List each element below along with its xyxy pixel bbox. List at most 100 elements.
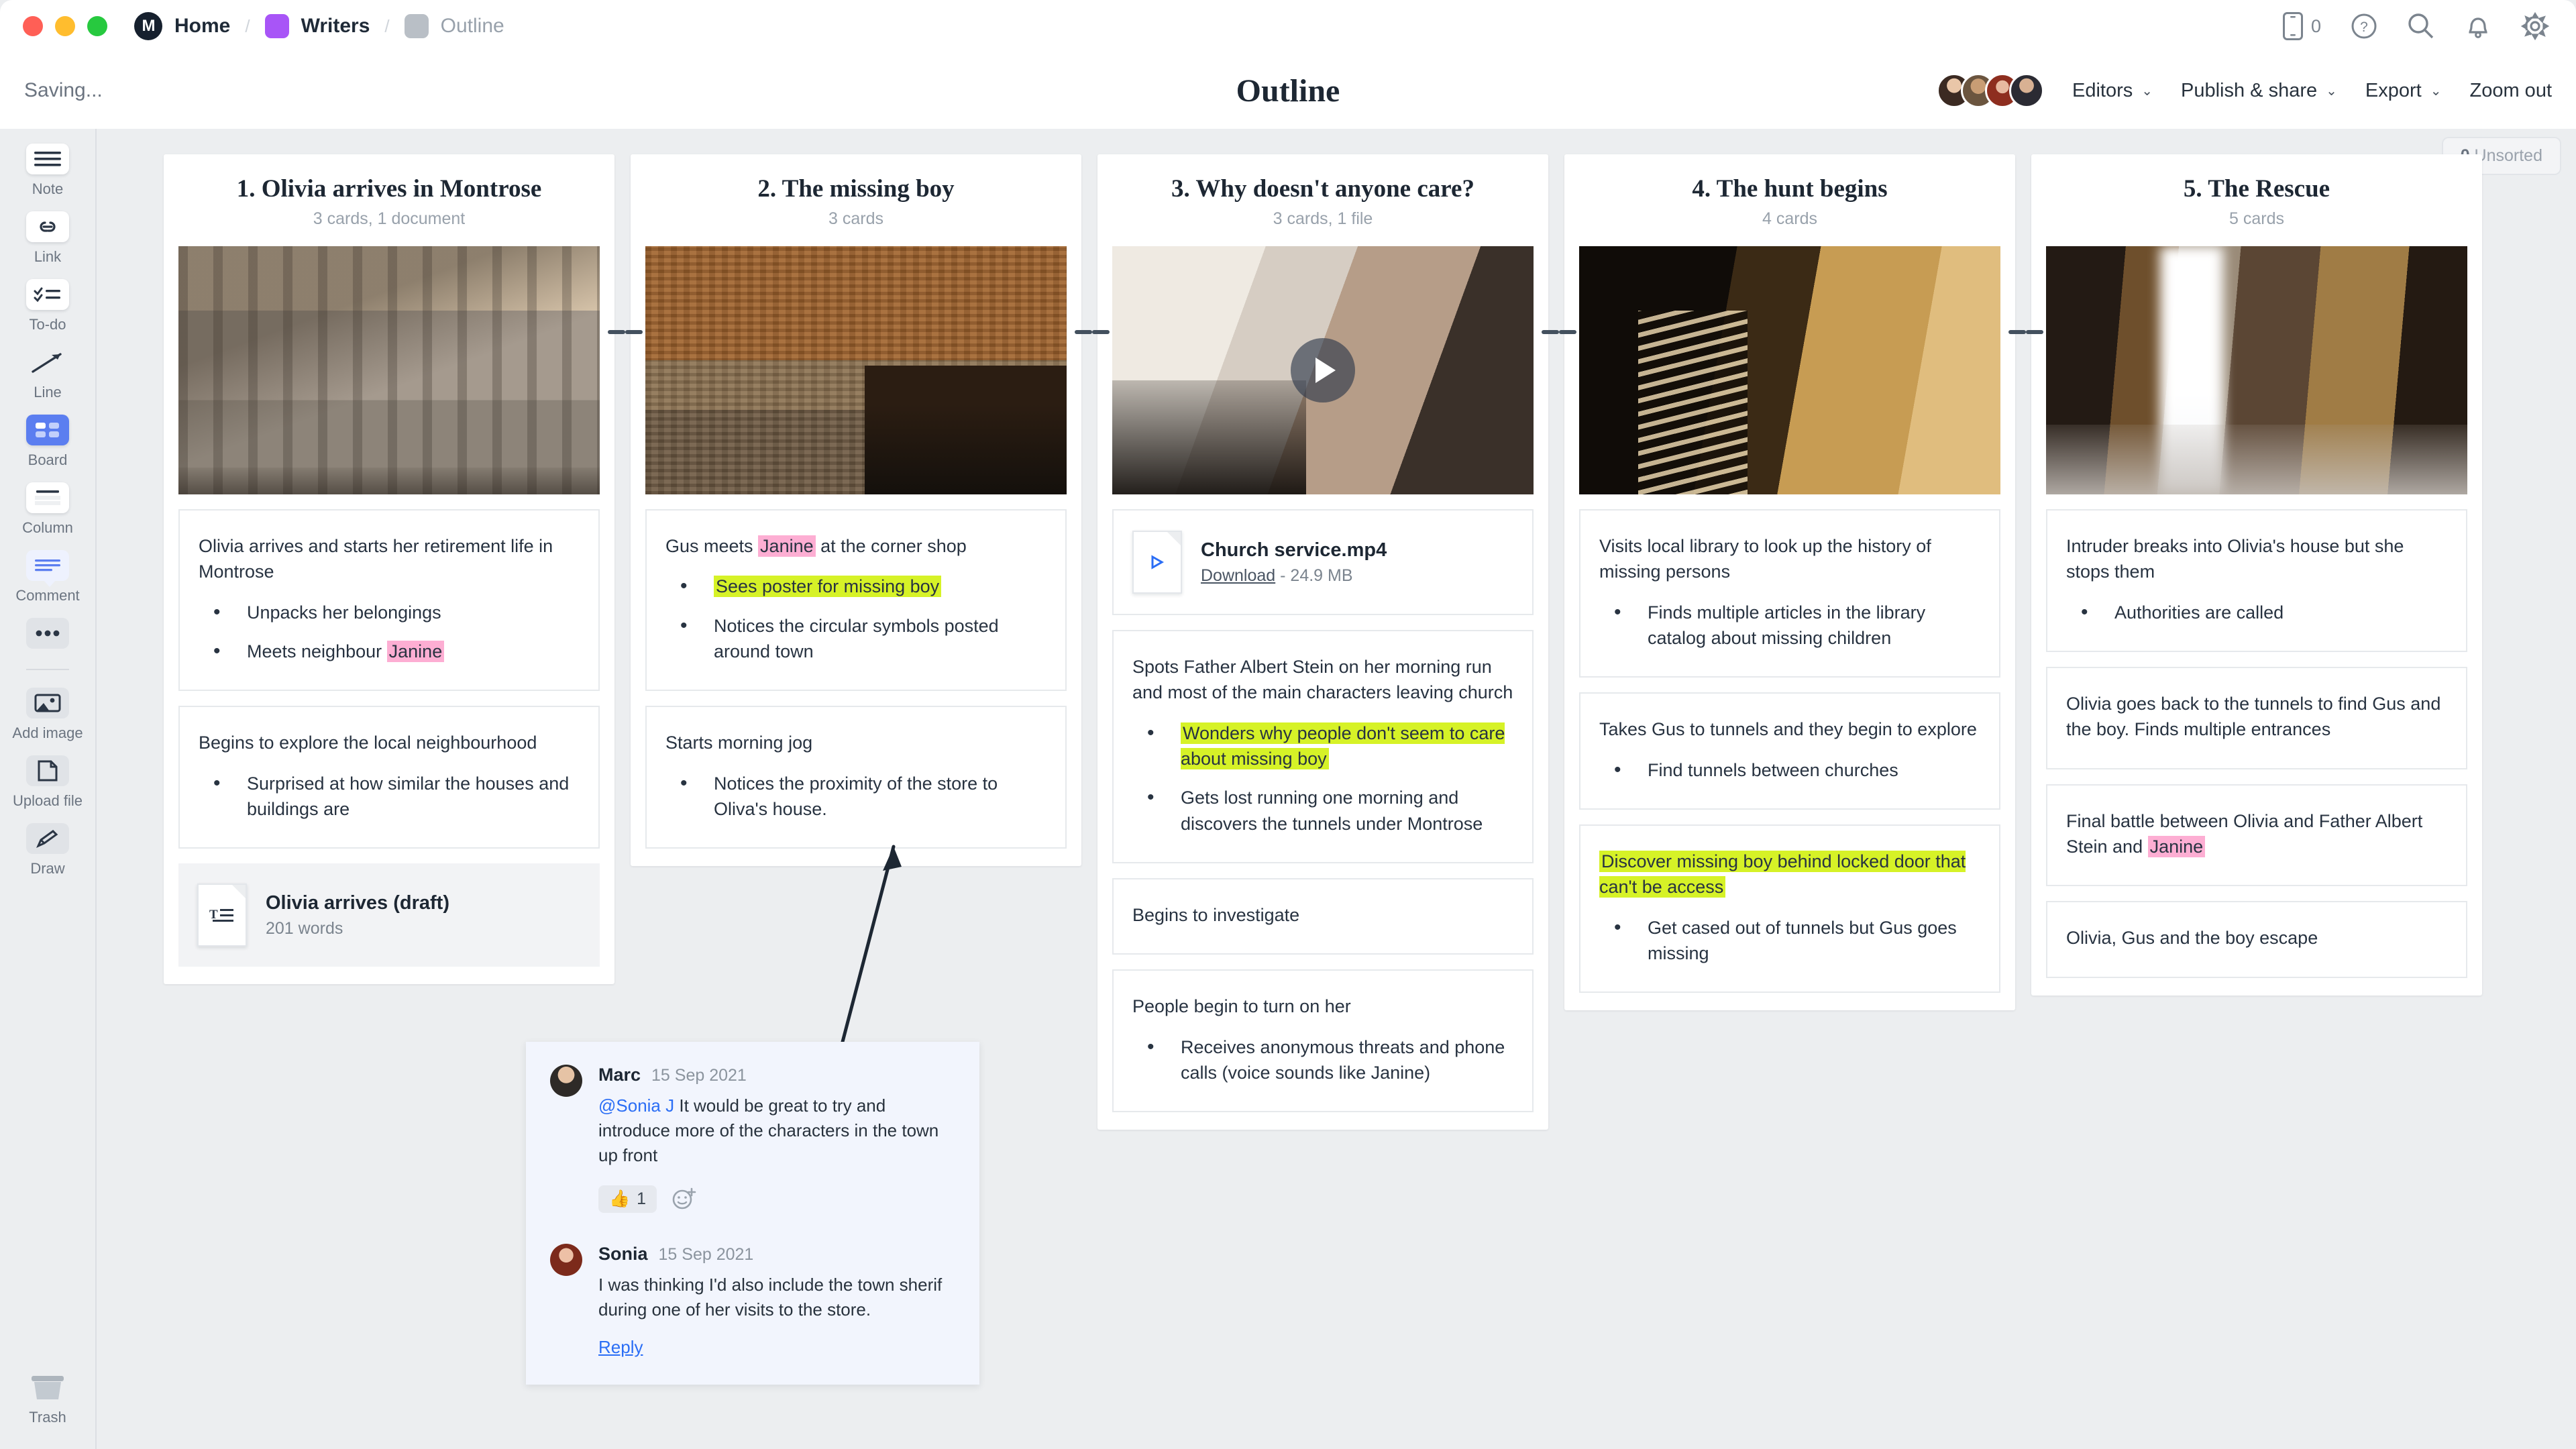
tool-add-image[interactable]: Add image: [0, 688, 96, 742]
note-card[interactable]: Spots Father Albert Stein on her morning…: [1112, 630, 1534, 863]
breadcrumb-item-writers[interactable]: Writers: [301, 15, 370, 38]
todo-icon: [26, 279, 69, 310]
tool-comment[interactable]: Comment: [0, 550, 96, 604]
board-column[interactable]: 2. The missing boy 3 cards Gus meets Jan…: [631, 154, 1081, 867]
avatar[interactable]: [2008, 73, 2044, 108]
board-column[interactable]: 1. Olivia arrives in Montrose 3 cards, 1…: [164, 154, 614, 985]
note-card[interactable]: Olivia, Gus and the boy escape: [2046, 901, 2467, 978]
settings-icon[interactable]: [2521, 12, 2549, 40]
column-image[interactable]: [1579, 246, 2000, 494]
zoom-out-button[interactable]: Zoom out: [2470, 80, 2553, 102]
tool-draw[interactable]: Draw: [0, 823, 96, 877]
document-word-count: 201 words: [266, 918, 343, 938]
note-card[interactable]: Starts morning jog Notices the proximity…: [645, 706, 1067, 849]
board-canvas[interactable]: 0 Unsorted 1. Olivia arrives in Montrose…: [98, 129, 2576, 1449]
tool-board[interactable]: Board: [0, 415, 96, 469]
column-resize-grip[interactable]: [1092, 330, 1110, 334]
board-column[interactable]: 4. The hunt begins 4 cards Visits local …: [1564, 154, 2015, 1011]
editors-menu[interactable]: Editors ⌄: [2072, 80, 2153, 102]
comment-thread-popup[interactable]: Marc 15 Sep 2021 @Sonia J It would be gr…: [526, 1042, 979, 1385]
tool-trash[interactable]: Trash: [26, 1372, 69, 1426]
comment-author: Sonia: [598, 1243, 648, 1264]
minimize-window-button[interactable]: [55, 16, 75, 36]
column-resize-grip[interactable]: [1075, 330, 1092, 334]
help-icon[interactable]: ?: [2351, 13, 2377, 40]
note-bullets: Unpacks her belongings Meets neighbour J…: [199, 598, 580, 666]
comment-item[interactable]: Sonia 15 Sep 2021 I was thinking I'd als…: [550, 1243, 955, 1358]
column-resize-grip[interactable]: [608, 330, 625, 334]
column-resize-grip[interactable]: [2026, 330, 2043, 334]
tool-note[interactable]: Note: [0, 144, 96, 198]
notifications-icon[interactable]: [2465, 12, 2491, 40]
column-image[interactable]: [178, 246, 600, 494]
tool-comment-label: Comment: [15, 587, 80, 604]
note-heading: Discover missing boy behind locked door …: [1599, 849, 1980, 900]
note-card[interactable]: People begin to turn on her Receives ano…: [1112, 969, 1534, 1113]
comment-body: @Sonia J It would be great to try and in…: [598, 1093, 955, 1168]
note-card[interactable]: Final battle between Olivia and Father A…: [2046, 784, 2467, 887]
chevron-down-icon: ⌄: [2141, 83, 2153, 99]
note-bullet: Get cased out of tunnels but Gus goes mi…: [1599, 914, 1980, 967]
download-link[interactable]: Download: [1201, 566, 1275, 585]
tool-line[interactable]: Line: [0, 347, 96, 401]
note-card[interactable]: Olivia goes back to the tunnels to find …: [2046, 666, 2467, 769]
image-icon: [26, 688, 69, 718]
file-size-separator: -: [1280, 566, 1291, 585]
note-heading: Takes Gus to tunnels and they begin to e…: [1599, 719, 1977, 740]
maximize-window-button[interactable]: [87, 16, 107, 36]
note-card[interactable]: Visits local library to look up the hist…: [1579, 509, 2000, 678]
column-video-thumbnail[interactable]: [1112, 246, 1534, 494]
column-resize-grip[interactable]: [625, 330, 643, 334]
note-bullet: Gets lost running one morning and discov…: [1132, 784, 1513, 837]
publish-share-menu[interactable]: Publish & share ⌄: [2181, 80, 2337, 102]
tool-todo[interactable]: To-do: [0, 279, 96, 333]
tool-more[interactable]: [0, 618, 96, 649]
board-column[interactable]: 3. Why doesn't anyone care? 3 cards, 1 f…: [1097, 154, 1548, 1130]
column-resize-grip[interactable]: [1559, 330, 1576, 334]
column-resize-grip[interactable]: [1542, 330, 1559, 334]
note-card[interactable]: Discover missing boy behind locked door …: [1579, 824, 2000, 994]
comment-item[interactable]: Marc 15 Sep 2021 @Sonia J It would be gr…: [550, 1065, 955, 1213]
editor-avatars[interactable]: [1936, 73, 2044, 108]
column-image[interactable]: [645, 246, 1067, 494]
title-bar: M Home / Writers / Outline 0 ?: [0, 0, 2576, 52]
note-card[interactable]: Gus meets Janine at the corner shop Sees…: [645, 509, 1067, 692]
note-bullet: Find tunnels between churches: [1599, 756, 1980, 785]
note-card[interactable]: Olivia arrives and starts her retirement…: [178, 509, 600, 692]
note-heading: Olivia goes back to the tunnels to find …: [2066, 693, 2441, 740]
mention-link[interactable]: @Sonia J: [598, 1095, 674, 1116]
note-card[interactable]: Intruder breaks into Olivia's house but …: [2046, 509, 2467, 652]
tool-upload-file[interactable]: Upload file: [0, 755, 96, 810]
note-bullets: Receives anonymous threats and phone cal…: [1132, 1033, 1513, 1086]
search-icon[interactable]: [2407, 12, 2435, 40]
note-bullets: Get cased out of tunnels but Gus goes mi…: [1599, 914, 1980, 967]
tool-column[interactable]: Column: [0, 482, 96, 537]
mobile-preview-icon[interactable]: 0: [2282, 12, 2321, 40]
column-title: 1. Olivia arrives in Montrose: [236, 175, 542, 203]
note-card[interactable]: Begins to investigate: [1112, 877, 1534, 955]
reaction-thumbs-up[interactable]: 👍 1: [598, 1185, 657, 1213]
play-button[interactable]: [1291, 338, 1355, 402]
column-image[interactable]: [2046, 246, 2467, 494]
reply-link[interactable]: Reply: [598, 1337, 643, 1358]
tool-board-label: Board: [28, 451, 68, 468]
note-card[interactable]: Takes Gus to tunnels and they begin to e…: [1579, 692, 2000, 810]
tool-trash-label: Trash: [29, 1409, 66, 1426]
editors-menu-label: Editors: [2072, 79, 2133, 101]
board-column[interactable]: 5. The Rescue 5 cards Intruder breaks in…: [2031, 154, 2482, 996]
window-controls[interactable]: [23, 16, 107, 36]
breadcrumb-item-outline[interactable]: Outline: [441, 15, 504, 38]
file-card[interactable]: Church service.mp4 Download - 24.9 MB: [1112, 509, 1534, 615]
export-menu[interactable]: Export ⌄: [2365, 80, 2442, 102]
close-window-button[interactable]: [23, 16, 43, 36]
document-card[interactable]: T Olivia arrives (draft) 201 words: [178, 863, 600, 967]
breadcrumb-item-home[interactable]: Home: [174, 15, 230, 38]
tool-link[interactable]: Link: [0, 211, 96, 266]
note-card[interactable]: Begins to explore the local neighbourhoo…: [178, 706, 600, 849]
column-resize-grip[interactable]: [2008, 330, 2026, 334]
note-heading: Gus meets Janine at the corner shop: [665, 535, 967, 557]
app-logo-icon[interactable]: M: [134, 12, 162, 40]
add-reaction-icon[interactable]: [672, 1186, 697, 1212]
column-title: 2. The missing boy: [757, 175, 955, 203]
column-meta: 3 cards: [828, 209, 883, 228]
